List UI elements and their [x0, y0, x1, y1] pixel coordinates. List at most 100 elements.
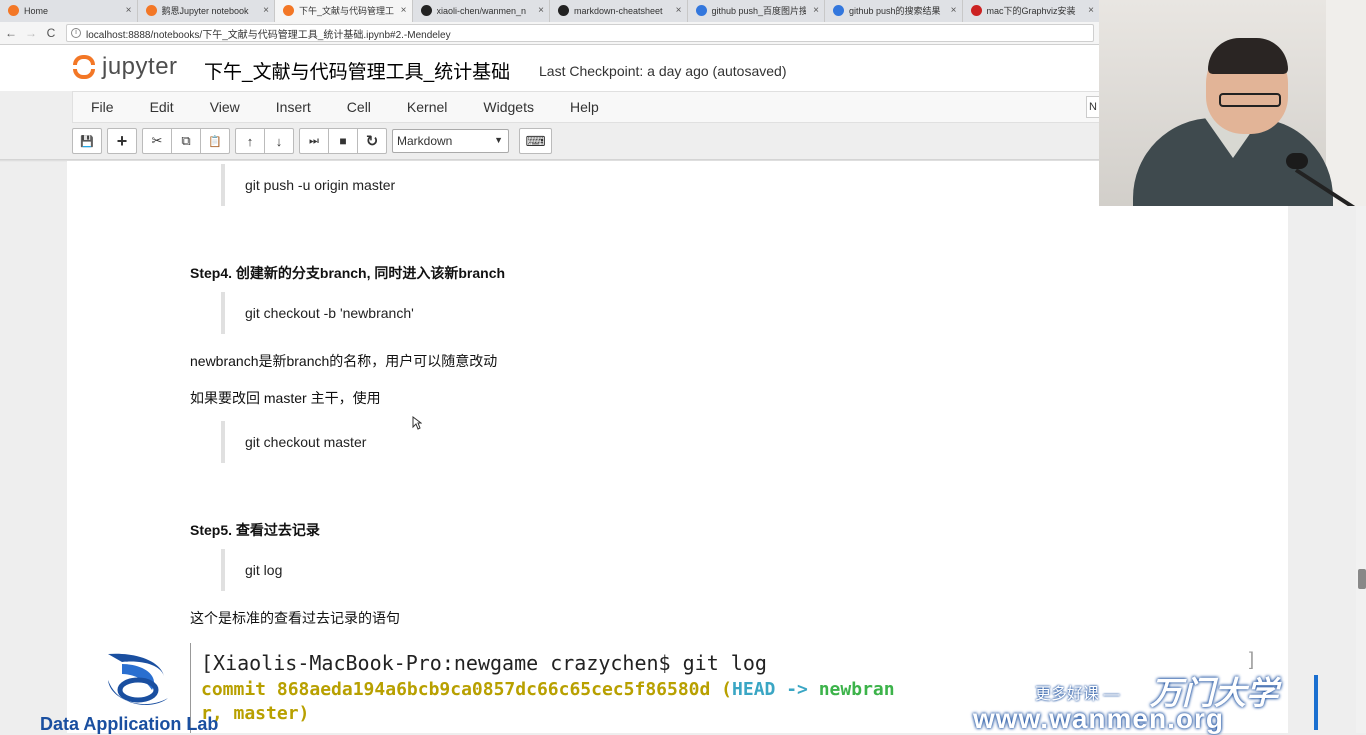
paragraph-back-master: 如果要改回 master 主干，使用	[190, 390, 381, 406]
browser-tab[interactable]: github push的搜索结果 ×	[825, 0, 963, 22]
tab-favicon-icon	[8, 5, 19, 16]
terminal-commit-line: commit 868aeda194a6bcb9ca0857dc66c65cec5…	[201, 679, 895, 700]
reload-button[interactable]: C	[42, 26, 60, 40]
scrollbar-thumb[interactable]	[1358, 569, 1366, 589]
menu-edit[interactable]: Edit	[132, 99, 192, 115]
notebook-title[interactable]: 下午_文献与代码管理工具_统计基础	[204, 57, 510, 84]
tab-favicon-icon	[145, 5, 157, 16]
tab-favicon-icon	[695, 5, 707, 16]
quote-text: git checkout -b 'newbranch'	[245, 305, 414, 321]
menu-file[interactable]: File	[73, 99, 132, 115]
branch-ref: newbran	[818, 679, 895, 700]
code-quote-push: git push -u origin master	[221, 164, 395, 206]
watermark-url: www.wanmen.org	[973, 703, 1224, 734]
dal-logo-icon	[108, 653, 168, 705]
tab-favicon-icon	[420, 5, 432, 16]
mouse-pointer-icon	[412, 416, 422, 430]
head-ref: HEAD ->	[732, 679, 819, 700]
menu-kernel[interactable]: Kernel	[389, 99, 465, 115]
terminal-prompt-line: [Xiaolis-MacBook-Pro:newgame crazychen$ …	[201, 651, 767, 675]
close-icon[interactable]: ×	[951, 0, 957, 22]
checkpoint-status: Last Checkpoint: a day ago (autosaved)	[539, 63, 787, 79]
jupyter-header: jupyter 下午_文献与代码管理工具_统计基础 Last Checkpoin…	[0, 45, 1100, 91]
close-icon[interactable]: ×	[813, 0, 819, 22]
tab-label: github push的搜索结果	[849, 6, 941, 16]
chevron-down-icon: ▼	[494, 135, 503, 145]
code-quote-log: git log	[221, 549, 282, 591]
tab-label: markdown-cheatsheet	[574, 6, 663, 16]
move-down-button[interactable]: ↓	[264, 128, 294, 154]
close-icon[interactable]: ×	[538, 0, 544, 22]
tab-label: 下午_文献与代码管理工具	[299, 6, 394, 16]
paragraph-newbranch: newbranch是新branch的名称，用户可以随意改动	[190, 353, 498, 369]
close-icon[interactable]: ×	[126, 0, 132, 22]
menu-insert[interactable]: Insert	[258, 99, 329, 115]
browser-tab[interactable]: mac下的Graphviz安装 ×	[963, 0, 1100, 22]
run-cell-button[interactable]: ⏭	[299, 128, 329, 154]
terminal-bracket: ]	[1248, 649, 1254, 669]
move-up-button[interactable]: ↑	[235, 128, 265, 154]
close-icon[interactable]: ×	[1088, 0, 1094, 22]
tab-label: xiaoli-chen/wanmen_n	[436, 6, 527, 16]
url-text: localhost:8888/notebooks/下午_文献与代码管理工具_统计…	[86, 29, 451, 41]
browser-tab[interactable]: 鹅恩Jupyter notebook ×	[138, 0, 275, 22]
tab-label: Home	[24, 6, 49, 16]
browser-tab[interactable]: markdown-cheatsheet ×	[550, 0, 688, 22]
jupyter-logo[interactable]: jupyter	[72, 53, 178, 81]
watermark-more-courses: 更多好课 —	[1035, 686, 1120, 703]
insert-cell-button[interactable]: +	[107, 128, 137, 154]
tab-label: mac下的Graphviz安装	[986, 6, 1076, 16]
menu-widgets[interactable]: Widgets	[465, 99, 552, 115]
browser-tab[interactable]: Home ×	[0, 0, 138, 22]
menu-cell[interactable]: Cell	[329, 99, 389, 115]
jupyter-menubar: File Edit View Insert Cell Kernel Widgets Help N	[72, 91, 1100, 123]
browser-tab[interactable]: xiaoli-chen/wanmen_n ×	[413, 0, 550, 22]
close-icon[interactable]: ×	[676, 0, 682, 22]
tab-favicon-icon	[558, 5, 569, 16]
commit-hash: commit 868aeda194a6bcb9ca0857dc66c65cec5…	[201, 679, 733, 700]
step5-heading: Step5. 查看过去记录	[190, 522, 320, 538]
menu-help[interactable]: Help	[552, 99, 617, 115]
jupyter-logo-icon	[72, 53, 96, 81]
watermark-divider	[1314, 675, 1318, 730]
tab-favicon-icon	[283, 5, 294, 16]
menu-view[interactable]: View	[192, 99, 258, 115]
tab-favicon-icon	[970, 5, 982, 16]
quote-text: git log	[245, 562, 283, 578]
save-button[interactable]: 💾	[72, 128, 102, 154]
tab-label: 鹅恩Jupyter notebook	[161, 6, 249, 16]
restart-kernel-button[interactable]: ↻	[357, 128, 387, 154]
browser-address-row: ← → C i localhost:8888/notebooks/下午_文献与代…	[0, 22, 1100, 45]
address-bar[interactable]: i localhost:8888/notebooks/下午_文献与代码管理工具_…	[66, 24, 1094, 42]
info-icon[interactable]: i	[71, 28, 81, 38]
jupyter-toolbar: 💾 + ✂ ⧉ 📋 ↑ ↓ ⏭ ■ ↻ Markdown ▼ ⌨	[72, 126, 557, 156]
tab-favicon-icon	[833, 5, 844, 16]
forward-button[interactable]: →	[22, 26, 40, 40]
quote-text: git push -u origin master	[245, 177, 396, 193]
kernel-indicator[interactable]: N	[1086, 96, 1100, 118]
browser-tab[interactable]: github push_百度图片搜 ×	[688, 0, 825, 22]
copy-cell-button[interactable]: ⧉	[171, 128, 201, 154]
jupyter-logo-text: jupyter	[102, 53, 178, 80]
code-quote-checkout-b: git checkout -b 'newbranch'	[221, 292, 414, 334]
close-icon[interactable]: ×	[263, 0, 269, 22]
code-quote-checkout-master: git checkout master	[221, 421, 366, 463]
microphone-icon	[1286, 153, 1308, 169]
data-application-lab-logo: Data Application Lab	[40, 648, 250, 734]
browser-tab-strip: Home × 鹅恩Jupyter notebook × 下午_文献与代码管理工具 × xia…	[0, 0, 1100, 22]
back-button[interactable]: ←	[2, 26, 20, 40]
keyboard-shortcuts-button[interactable]: ⌨	[519, 128, 552, 154]
step4-heading: Step4. 创建新的分支branch, 同时进入该新branch	[190, 265, 506, 281]
paragraph-log: 这个是标准的查看过去记录的语句	[190, 610, 400, 626]
browser-tab[interactable]: 下午_文献与代码管理工具 ×	[275, 0, 413, 22]
close-icon[interactable]: ×	[401, 0, 407, 22]
quote-text: git checkout master	[245, 434, 367, 450]
interrupt-kernel-button[interactable]: ■	[328, 128, 358, 154]
cell-type-value: Markdown	[397, 134, 453, 148]
cell-type-select[interactable]: Markdown ▼	[392, 129, 509, 153]
tab-label: github push_百度图片搜	[711, 6, 807, 16]
webcam-overlay	[1099, 0, 1366, 206]
cut-cell-button[interactable]: ✂	[142, 128, 172, 154]
dal-logo-text: Data Application Lab	[40, 714, 219, 734]
paste-cell-button[interactable]: 📋	[200, 128, 230, 154]
